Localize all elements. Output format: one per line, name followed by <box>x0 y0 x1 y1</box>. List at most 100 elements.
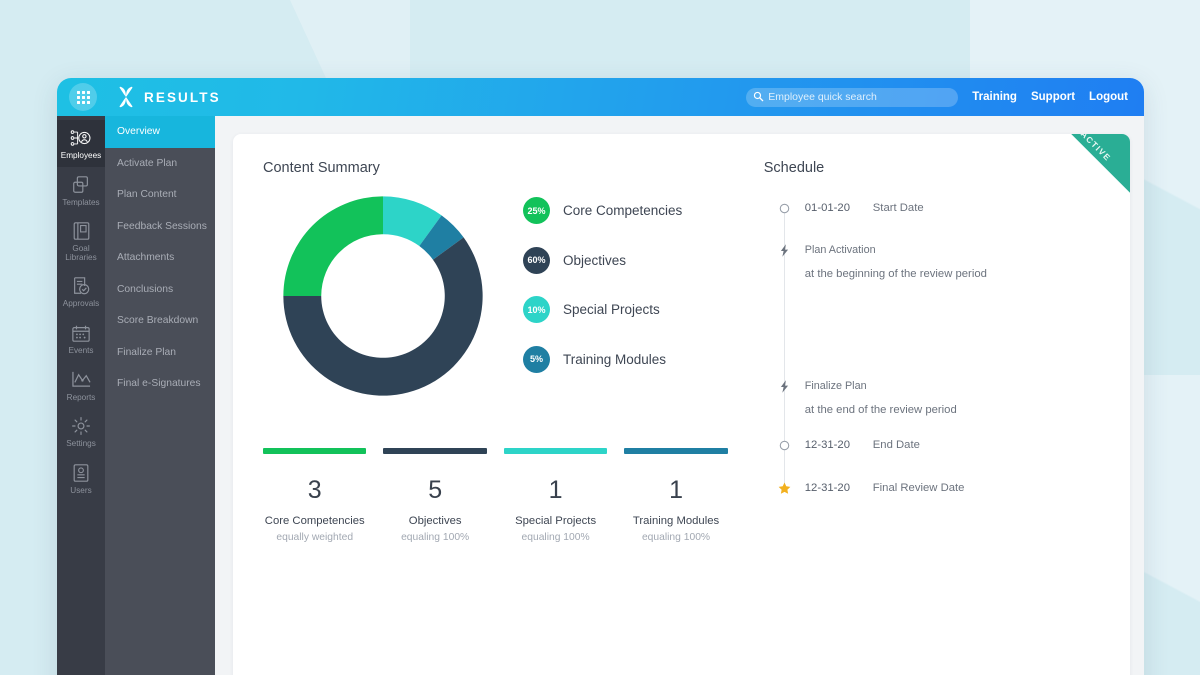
legend-badge: 10% <box>523 296 550 323</box>
circle-marker-icon <box>778 202 791 215</box>
timeline-description: at the end of the review period <box>804 404 957 416</box>
rail-item-approvals[interactable]: Approvals <box>57 268 105 315</box>
circle-marker-icon <box>778 439 791 452</box>
timeline-label: End Date <box>872 439 920 451</box>
nav-item-score-breakdown[interactable]: Score Breakdown <box>105 305 215 337</box>
legend-badge: 5% <box>523 345 550 373</box>
rail-label-users: Users <box>70 485 92 495</box>
rail-item-templates[interactable]: Templates <box>57 167 105 214</box>
reports-chart-icon <box>59 369 103 391</box>
stat-sublabel: equaling 100% <box>641 531 711 543</box>
rail-label-settings: Settings <box>66 439 96 449</box>
top-bar-actions: Training Support Logout <box>746 87 1144 107</box>
events-calendar-icon <box>59 322 103 344</box>
rail-label-employees: Employees <box>60 151 102 160</box>
nav-item-final-e-signatures[interactable]: Final e-Signatures <box>105 368 215 400</box>
star-marker-icon <box>778 482 791 495</box>
support-link[interactable]: Support <box>1031 91 1075 103</box>
rail-item-goal-libraries[interactable]: Goal Libraries <box>57 213 105 268</box>
stat-label: Objectives <box>408 515 462 527</box>
timeline-title: Plan Activation <box>804 244 876 256</box>
stat-label: Training Modules <box>632 515 720 527</box>
approvals-icon <box>59 275 103 297</box>
rail-label-templates: Templates <box>62 197 100 207</box>
timeline-item-finalize-plan[interactable]: Finalize Plan at the end of the review p… <box>778 380 1130 416</box>
content-area: ACTIVE Content Summary 25% Core Competen… <box>215 116 1144 675</box>
stat-bar <box>503 448 608 454</box>
stat-sublabel: equaling 100% <box>401 531 470 543</box>
users-icon <box>59 462 103 484</box>
rail-label-approvals: Approvals <box>62 299 100 309</box>
employee-search[interactable] <box>746 87 959 107</box>
stat-sublabel: equally weighted <box>276 531 354 543</box>
rail-item-employees[interactable]: Employees <box>57 120 105 167</box>
rail-item-reports[interactable]: Reports <box>57 362 105 409</box>
content-donut-chart <box>283 196 483 396</box>
timeline-date: 12-31-20 <box>804 482 850 494</box>
templates-icon <box>59 174 103 196</box>
stat-card-core-competencies[interactable]: 3 Core Competencies equally weighted <box>263 448 367 543</box>
stat-card-objectives[interactable]: 5 Objectives equaling 100% <box>383 448 487 543</box>
timeline-label: Final Review Date <box>872 482 965 494</box>
schedule-title: Schedule <box>763 160 825 176</box>
nav-item-overview[interactable]: Overview <box>105 116 215 148</box>
legend-label: Core Competencies <box>563 203 683 218</box>
rail-label-goal-libraries: Goal Libraries <box>65 244 97 262</box>
stat-label: Special Projects <box>515 515 597 527</box>
goal-libraries-icon <box>59 220 103 242</box>
nav-item-activate-plan[interactable]: Activate Plan <box>105 148 215 180</box>
logout-link[interactable]: Logout <box>1089 91 1128 103</box>
search-icon <box>754 91 764 101</box>
rail-item-events[interactable]: Events <box>57 315 105 362</box>
timeline-date: 01-01-20 <box>804 202 850 214</box>
chart-legend: 25% Core Competencies 60% Objectives 10%… <box>523 197 682 395</box>
timeline-item-final-review-date[interactable]: 12-31-20 Final Review Date <box>778 482 1130 494</box>
rail-label-reports: Reports <box>66 392 96 402</box>
rail-item-users[interactable]: Users <box>57 455 105 502</box>
legend-label: Objectives <box>563 252 627 268</box>
timeline-item-end-date[interactable]: 12-31-20 End Date <box>778 439 1130 451</box>
nav-item-attachments[interactable]: Attachments <box>105 242 215 274</box>
icon-rail: Employees Templates Goal Libraries Appro… <box>57 116 105 675</box>
stat-bar <box>624 448 728 454</box>
stat-value: 5 <box>428 476 443 504</box>
timeline-date: 12-31-20 <box>804 439 850 451</box>
nav-menu: Overview Activate Plan Plan Content Feed… <box>105 116 215 675</box>
rail-label-events: Events <box>68 346 94 356</box>
butterfly-logo-icon <box>119 86 133 108</box>
stat-value: 1 <box>548 476 563 504</box>
overview-card: ACTIVE Content Summary 25% Core Competen… <box>233 134 1130 675</box>
training-link[interactable]: Training <box>972 91 1017 103</box>
schedule-panel: Schedule 01-01-20 Start Date Plan Activa… <box>754 134 1130 675</box>
stat-cards: 3 Core Competencies equally weighted 5 O… <box>263 448 754 543</box>
donut-slice[interactable] <box>283 196 383 296</box>
employees-icon <box>59 127 103 149</box>
timeline-label: Start Date <box>872 202 924 214</box>
gear-icon <box>59 415 103 437</box>
stat-card-training-modules[interactable]: 1 Training Modules equaling 100% <box>624 448 728 543</box>
grid-menu-icon[interactable] <box>69 83 97 111</box>
timeline-item-plan-activation[interactable]: Plan Activation at the beginning of the … <box>778 244 1130 280</box>
timeline-description: at the beginning of the review period <box>804 268 987 280</box>
nav-item-finalize-plan[interactable]: Finalize Plan <box>105 337 215 369</box>
nav-item-conclusions[interactable]: Conclusions <box>105 274 215 306</box>
stat-value: 3 <box>307 476 322 504</box>
brand[interactable]: RESULTS <box>115 86 221 108</box>
schedule-timeline: 01-01-20 Start Date Plan Activation at t… <box>764 202 1130 494</box>
nav-item-feedback-sessions[interactable]: Feedback Sessions <box>105 211 215 243</box>
timeline-title: Finalize Plan <box>804 380 867 392</box>
nav-item-plan-content[interactable]: Plan Content <box>105 179 215 211</box>
legend-item[interactable]: 5% Training Modules <box>523 345 682 373</box>
legend-item[interactable]: 10% Special Projects <box>523 296 682 323</box>
bolt-marker-icon <box>778 380 791 393</box>
stat-card-special-projects[interactable]: 1 Special Projects equaling 100% <box>503 448 608 543</box>
stat-value: 1 <box>669 476 683 504</box>
rail-item-settings[interactable]: Settings <box>57 408 105 455</box>
search-input[interactable] <box>768 91 959 103</box>
page-title: Content Summary <box>263 160 380 176</box>
timeline-item-start-date[interactable]: 01-01-20 Start Date <box>778 202 1130 214</box>
legend-badge: 60% <box>523 246 550 274</box>
legend-item[interactable]: 60% Objectives <box>523 246 682 274</box>
app-window: RESULTS Training Support Logout <box>57 78 1144 675</box>
legend-item[interactable]: 25% Core Competencies <box>523 197 682 224</box>
